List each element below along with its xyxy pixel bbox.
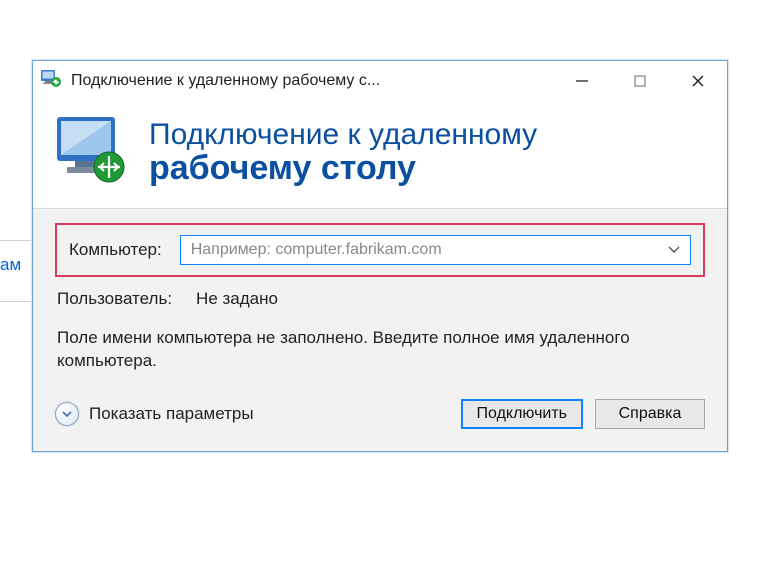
computer-label: Компьютер:: [69, 240, 162, 260]
chevron-down-circle-icon: [55, 402, 79, 426]
user-row: Пользователь: Не задано: [57, 289, 703, 309]
window-controls: [553, 61, 727, 101]
chevron-down-icon: [668, 241, 680, 259]
user-label: Пользователь:: [57, 289, 172, 309]
minimize-icon: [575, 74, 589, 88]
banner-line-2: рабочему столу: [149, 151, 537, 187]
window-title: Подключение к удаленному рабочему с...: [71, 72, 380, 90]
app-icon: [41, 70, 63, 93]
close-button[interactable]: [669, 61, 727, 101]
show-options-label: Показать параметры: [89, 404, 254, 424]
user-value: Не задано: [196, 289, 278, 309]
maximize-icon: [633, 74, 647, 88]
close-icon: [691, 74, 705, 88]
titlebar: Подключение к удаленному рабочему с...: [33, 61, 727, 101]
footer-buttons: Подключить Справка: [461, 399, 705, 429]
computer-combobox[interactable]: Например: computer.fabrikam.com: [180, 235, 691, 265]
background-link-fragment: ам: [0, 255, 21, 275]
help-button[interactable]: Справка: [595, 399, 705, 429]
connect-button[interactable]: Подключить: [461, 399, 583, 429]
dialog-body: Компьютер: Например: computer.fabrikam.c…: [33, 209, 727, 451]
rdp-logo-icon: [53, 115, 131, 190]
computer-row-highlight: Компьютер: Например: computer.fabrikam.c…: [55, 223, 705, 277]
maximize-button[interactable]: [611, 61, 669, 101]
banner-title: Подключение к удаленному рабочему столу: [149, 118, 537, 187]
show-options-toggle[interactable]: Показать параметры: [55, 402, 254, 426]
banner-line-1: Подключение к удаленному: [149, 118, 537, 151]
header-banner: Подключение к удаленному рабочему столу: [33, 101, 727, 209]
footer-row: Показать параметры Подключить Справка: [55, 399, 705, 429]
computer-placeholder: Например: computer.fabrikam.com: [191, 241, 442, 259]
minimize-button[interactable]: [553, 61, 611, 101]
hint-text: Поле имени компьютера не заполнено. Введ…: [57, 327, 703, 373]
rdp-window: Подключение к удаленному рабочему с...: [32, 60, 728, 452]
